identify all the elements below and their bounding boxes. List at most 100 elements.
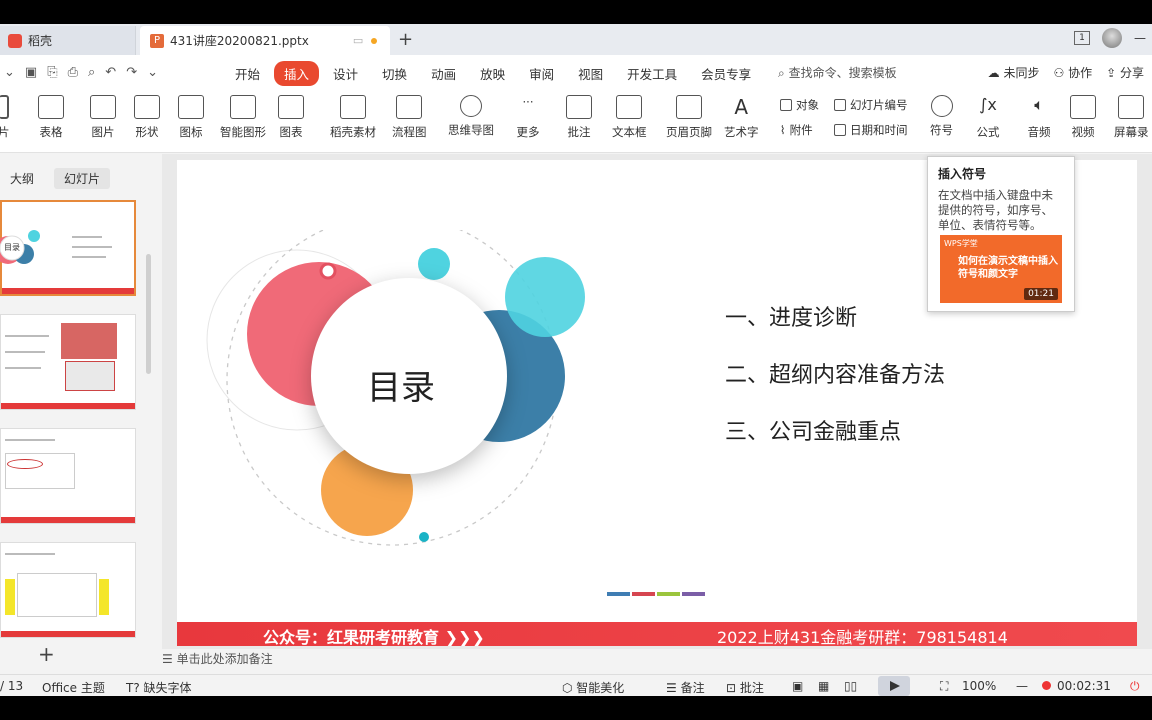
- slide-thumbnail-3[interactable]: [0, 314, 136, 410]
- tab-home-label: 稻壳: [28, 34, 53, 48]
- ribbon-label: 智能图形: [220, 125, 266, 139]
- menu-insert[interactable]: 插入: [274, 61, 320, 86]
- ribbon-comment[interactable]: 批注: [566, 95, 592, 140]
- ribbon-attachment-label: 附件: [789, 123, 813, 137]
- zoom-out-button[interactable]: —: [1016, 679, 1028, 693]
- notes-toggle[interactable]: ☰ 备注: [666, 679, 705, 696]
- print-icon[interactable]: ⎙: [68, 65, 78, 80]
- thumb-line: [72, 256, 106, 258]
- undo-icon[interactable]: ↶: [105, 65, 116, 80]
- theme-name[interactable]: Office 主题: [42, 679, 105, 696]
- ribbon-textbox[interactable]: 文本框: [612, 95, 647, 140]
- ribbon-video[interactable]: 视频: [1070, 95, 1096, 140]
- ribbon-chart[interactable]: 图表: [278, 95, 304, 140]
- normal-view-icon[interactable]: ▣: [792, 679, 803, 693]
- formula-icon: ∫x: [979, 95, 997, 114]
- play-slideshow-button[interactable]: [878, 676, 910, 696]
- paperclip-icon: ⌇: [780, 123, 786, 137]
- missing-font-button[interactable]: T? 缺失字体: [126, 679, 192, 696]
- ribbon-icon[interactable]: 图标: [178, 95, 204, 140]
- slide-thumbnail-2[interactable]: 目录: [0, 200, 136, 296]
- menu-developer[interactable]: 开发工具: [617, 61, 687, 86]
- ribbon-new-slide[interactable]: 片: [0, 95, 10, 140]
- ribbon-symbol[interactable]: 符号: [930, 95, 953, 138]
- ribbon-screen-record-label: 屏幕录: [1114, 125, 1149, 139]
- thumb-line: [5, 439, 55, 441]
- pin-icon[interactable]: ▭: [353, 34, 363, 47]
- slide-banner: 公众号：红果研考研教育 ❯❯❯ 2022上财431金融考研群：798154814: [177, 622, 1137, 646]
- slide-panel: 大纲 幻灯片 目录 +: [0, 154, 151, 666]
- ribbon-wordart[interactable]: A 艺术字: [724, 95, 759, 140]
- menu-animation[interactable]: 动画: [421, 61, 466, 86]
- status-bar: / 13 Office 主题 T? 缺失字体 ⬡ 智能美化 ☰ 备注 ⊡ 批注 …: [0, 674, 1152, 696]
- ribbon-formula[interactable]: ∫x 公式: [975, 95, 1001, 140]
- tab-home[interactable]: 稻壳: [0, 26, 136, 55]
- menu-view[interactable]: 视图: [568, 61, 613, 86]
- more-icon[interactable]: ⌄: [147, 65, 158, 80]
- ribbon-mindmap[interactable]: 思维导图: [448, 95, 494, 138]
- toc-item-3: 三、公司金融重点: [725, 420, 902, 445]
- object-icon: [780, 99, 792, 111]
- ribbon-picture[interactable]: 图片: [90, 95, 116, 140]
- ribbon-label: 批注: [567, 125, 591, 139]
- preview-icon[interactable]: ⌕: [88, 65, 95, 80]
- chevron-down-icon[interactable]: ⌄: [4, 65, 15, 80]
- menu-transition[interactable]: 切换: [372, 61, 417, 86]
- notes-field[interactable]: ☰ 单击此处添加备注: [162, 650, 273, 667]
- record-dot-icon: [1042, 681, 1051, 690]
- menu-member[interactable]: 会员专享: [691, 61, 761, 86]
- save-icon[interactable]: ▣: [25, 65, 37, 80]
- ribbon-screen-record[interactable]: 屏幕录: [1114, 95, 1149, 140]
- ribbon-datetime[interactable]: 日期和时间: [834, 122, 908, 138]
- command-search[interactable]: ⌕ 查找命令、搜索模板: [778, 64, 897, 81]
- ribbon-header-footer[interactable]: 页眉页脚: [666, 95, 712, 140]
- avatar[interactable]: [1102, 28, 1122, 48]
- collab-button[interactable]: ⚇ 协作: [1054, 64, 1093, 81]
- sorter-view-icon[interactable]: ▦: [818, 679, 829, 693]
- slide-thumbnail-4[interactable]: [0, 428, 136, 524]
- tab-slides[interactable]: 幻灯片: [54, 168, 111, 189]
- comments-toggle[interactable]: ⊡ 批注: [726, 679, 764, 696]
- ribbon-attachment[interactable]: ⌇ 附件: [780, 122, 813, 138]
- tooltip-video[interactable]: WPS学堂 如何在演示文稿中插入符号和颜文字 01:21: [940, 235, 1062, 303]
- ribbon-shape[interactable]: 形状: [134, 95, 160, 140]
- tab-document[interactable]: P 431讲座20200821.pptx ▭: [140, 26, 390, 55]
- fit-window-icon[interactable]: ⛶: [940, 679, 948, 694]
- ribbon-smartart[interactable]: 智能图形: [220, 95, 266, 140]
- add-slide-button[interactable]: +: [38, 642, 55, 666]
- ribbon-more[interactable]: ··· 更多: [515, 95, 541, 140]
- wps-window: 稻壳 P 431讲座20200821.pptx ▭ + 1 — ⌄ ▣ ⎘ ⎙ …: [0, 24, 1152, 696]
- menu-right-actions: ☁ 未同步 ⚇ 协作 ⇪ 分享: [988, 64, 1144, 81]
- export-icon[interactable]: ⎘: [47, 65, 57, 80]
- beautify-button[interactable]: ⬡ 智能美化: [562, 679, 624, 696]
- window-count-icon[interactable]: 1: [1074, 31, 1090, 45]
- reading-view-icon[interactable]: ▯▯: [844, 679, 857, 693]
- calendar-icon: [834, 124, 846, 136]
- tab-outline[interactable]: 大纲: [0, 168, 44, 189]
- minimize-icon[interactable]: —: [1134, 31, 1146, 45]
- slide-thumbnail-5[interactable]: [0, 542, 136, 638]
- menu-review[interactable]: 审阅: [519, 61, 564, 86]
- redo-icon[interactable]: ↷: [126, 65, 137, 80]
- omega-icon: [930, 95, 953, 117]
- ribbon-object[interactable]: 对象: [780, 97, 819, 113]
- bar-purple: [682, 592, 705, 596]
- menu-design[interactable]: 设计: [323, 61, 368, 86]
- menu-start[interactable]: 开始: [225, 61, 270, 86]
- power-icon[interactable]: ⏻: [1130, 679, 1140, 694]
- bar-green: [657, 592, 680, 596]
- ribbon-docer-material[interactable]: 稻壳素材: [330, 95, 376, 140]
- panel-scrollbar[interactable]: [146, 254, 151, 374]
- zoom-level[interactable]: 100%: [962, 679, 996, 693]
- ribbon-slide-number[interactable]: 幻灯片编号: [834, 97, 908, 113]
- new-tab-button[interactable]: +: [398, 29, 413, 50]
- ribbon-flowchart[interactable]: 流程图: [392, 95, 427, 140]
- ribbon-table[interactable]: 表格: [38, 95, 64, 140]
- menu-slideshow[interactable]: 放映: [470, 61, 515, 86]
- thumb-image: [65, 361, 115, 391]
- share-icon: ⇪: [1106, 66, 1120, 80]
- sync-button[interactable]: ☁ 未同步: [988, 64, 1040, 81]
- share-button[interactable]: ⇪ 分享: [1106, 64, 1144, 81]
- ribbon-audio[interactable]: 🔈︎ 音频: [1026, 95, 1052, 140]
- thumb-title: 目录: [4, 243, 20, 252]
